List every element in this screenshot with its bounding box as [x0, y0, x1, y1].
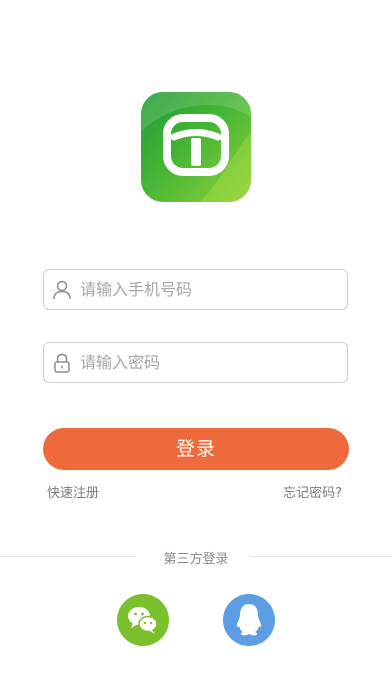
phone-field[interactable] — [43, 269, 348, 310]
wechat-login-button[interactable] — [117, 594, 169, 646]
qq-icon — [236, 604, 262, 636]
password-field[interactable] — [43, 342, 348, 383]
lock-icon — [54, 353, 70, 373]
qq-login-button[interactable] — [223, 594, 275, 646]
third-party-title: 第三方登录 — [163, 552, 229, 567]
steering-wheel-icon — [141, 92, 251, 202]
wechat-icon — [128, 607, 158, 634]
password-input[interactable] — [80, 343, 340, 382]
login-button[interactable]: 登录 — [43, 428, 349, 470]
divider-right — [250, 556, 392, 557]
user-icon — [53, 280, 71, 300]
register-link[interactable]: 快速注册 — [47, 482, 99, 501]
app-logo — [141, 92, 251, 202]
phone-input[interactable] — [80, 270, 340, 309]
forgot-password-link[interactable]: 忘记密码? — [283, 482, 342, 501]
